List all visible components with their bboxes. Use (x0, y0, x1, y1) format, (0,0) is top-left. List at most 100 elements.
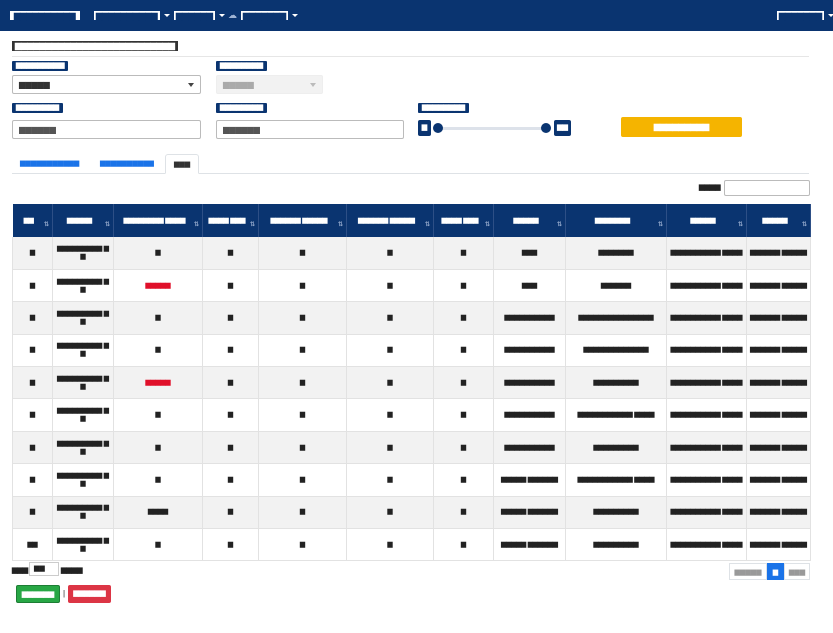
table-cell: ▆▆▆▆▆▆ (565, 269, 667, 303)
table-cell: ▆ (258, 366, 347, 400)
nav-menu-1-label: ▆▆▆▆▆▆▆▆▆▆ (94, 11, 160, 20)
pagination-page-1[interactable]: ▆ (767, 563, 784, 580)
nav-menu-3-label: ▆▆▆▆▆▆▆ (241, 11, 289, 20)
nav-menu-3[interactable]: ☁ ▆▆▆▆▆▆▆ (228, 10, 299, 20)
table-header-row: ▆▆ ⇅ ▆▆▆▆▆ ⇅ ▆▆▆▆▆▆▆▆ ▆▆▆▆ ⇅ ▆▆▆▆ ▆▆▆ ⇅ ▆▆▆▆▆▆ ▆… (12, 204, 811, 237)
column-header-3[interactable]: ▆▆▆▆▆▆▆▆ ▆▆▆▆ ⇅ (113, 204, 203, 237)
table-cell: ▆ (202, 269, 259, 303)
filter-input-3[interactable] (12, 120, 201, 139)
table-row: ▆ ▆▆▆▆▆▆▆▆▆ ▆▆ ▆ ▆ ▆ ▆ ▆ ▆▆▆ ▆▆▆▆▆▆▆ ▆▆▆▆▆▆▆▆▆▆ ▆… (12, 237, 811, 270)
pagination-next[interactable]: ▆▆▆ (784, 563, 810, 580)
table-cell: ▆ (258, 269, 347, 303)
column-header-4[interactable]: ▆▆▆▆ ▆▆▆ ⇅ (202, 204, 259, 237)
sort-icon: ⇅ (249, 222, 255, 228)
divider (12, 56, 809, 57)
filter-select-1[interactable]: ▆▆▆▆▆ (12, 75, 201, 94)
sort-icon: ⇅ (104, 222, 110, 228)
tab-2[interactable]: ▆▆▆▆▆▆▆▆▆▆ (92, 154, 162, 174)
table-cell: ▆ (346, 431, 434, 465)
column-header-label: ▆▆▆▆▆▆ ▆▆▆▆▆ (270, 216, 328, 224)
column-header-2[interactable]: ▆▆▆▆▆ ⇅ (52, 204, 114, 237)
filter-select-2[interactable]: ▆▆▆▆▆ (216, 75, 323, 94)
table-search-label: ▆▆▆▆ (699, 184, 721, 191)
table-cell: ▆ (346, 301, 434, 335)
column-header-10[interactable]: ▆▆▆▆▆ ⇅ (666, 204, 747, 237)
filter-label-2: ▆▆▆▆▆▆▆▆ (216, 61, 268, 71)
tab-3-active[interactable]: ▆▆▆ (165, 154, 200, 174)
table-cell: ▆ (346, 269, 434, 303)
sort-icon: ⇅ (43, 222, 49, 228)
nav-menu-2[interactable]: ▆▆▆▆▆▆ (174, 11, 225, 20)
table-cell: ▆ (202, 528, 259, 562)
column-header-label: ▆▆ (23, 216, 34, 224)
sort-icon: ⇅ (737, 222, 743, 228)
table-cell: ▆▆▆▆▆▆▆▆▆▆ ▆▆▆▆ (666, 269, 747, 303)
table-cell: ▆ (12, 431, 53, 465)
table-cell: ▆ (258, 496, 347, 530)
column-header-8[interactable]: ▆▆▆▆▆ ⇅ (493, 204, 566, 237)
table-search-input[interactable] (724, 180, 810, 196)
reset-button[interactable]: ▆▆▆▆▆▆ (68, 585, 111, 603)
table-cell: ▆ (202, 366, 259, 400)
table-cell: ▆▆▆▆▆▆▆ (565, 237, 667, 270)
column-header-label: ▆▆▆▆▆▆▆ (595, 216, 630, 224)
column-header-1[interactable]: ▆▆ ⇅ (12, 204, 53, 237)
table-cell: ▆▆▆▆▆▆ ▆▆▆▆▆ (746, 398, 811, 432)
cloud-icon: ☁ (228, 10, 237, 20)
tab-1[interactable]: ▆▆▆▆▆▆▆▆▆▆▆ (12, 154, 87, 174)
table-cell: ▆ (346, 366, 434, 400)
user-menu[interactable]: ▆▆▆▆▆▆▆ (777, 11, 833, 20)
chevron-down-icon (292, 14, 299, 17)
column-header-5[interactable]: ▆▆▆▆▆▆ ▆▆▆▆▆ ⇅ (258, 204, 347, 237)
table-cell: ▆▆▆▆▆ ▆▆▆▆▆▆ (493, 528, 566, 562)
column-header-6[interactable]: ▆▆▆▆▆▆ ▆▆▆▆▆ ⇅ (346, 204, 434, 237)
sort-icon: ⇅ (337, 222, 343, 228)
sort-icon: ⇅ (424, 222, 430, 228)
table-cell: ▆▆▆▆▆▆▆▆▆ ▆▆ (52, 528, 114, 562)
slider-min-handle[interactable] (433, 123, 443, 133)
brand-logo[interactable]: ▆▆▆▆▆▆▆▆▆▆ (10, 11, 80, 20)
export-button[interactable]: ▆▆▆▆▆▆ (16, 585, 60, 603)
table-cell: ▆▆▆▆▆▆▆▆▆ ▆▆ (52, 398, 114, 432)
filter-label-3: ▆▆▆▆▆▆▆▆ (12, 103, 64, 113)
nav-menu-2-label: ▆▆▆▆▆▆ (174, 11, 215, 20)
table-cell: ▆ (113, 398, 203, 432)
table-cell: ▆▆▆▆ (113, 496, 203, 530)
chevron-down-icon (188, 83, 194, 87)
table-cell: ▆ (202, 463, 259, 497)
column-header-label: ▆▆▆▆▆▆ ▆▆▆▆▆ (358, 216, 415, 224)
table-cell: ▆ (346, 496, 434, 530)
column-header-7[interactable]: ▆▆▆▆ ▆▆▆ ⇅ (433, 204, 494, 237)
page-length-select[interactable]: ▆▆ (29, 562, 59, 576)
table-cell: ▆ (113, 431, 203, 465)
table-cell: ▆▆▆▆▆▆▆▆▆▆ ▆▆▆▆ (666, 431, 747, 465)
nav-menu-1[interactable]: ▆▆▆▆▆▆▆▆▆▆ (94, 11, 170, 20)
table-cell: ▆ (346, 237, 434, 270)
table-row: ▆▆▆▆▆▆▆▆▆▆ ▆▆▆▆▆▆▆▆▆▆▆▆▆▆▆▆▆▆▆▆▆▆▆▆▆▆▆▆▆… (12, 334, 811, 368)
chevron-down-icon (218, 14, 225, 17)
slider-max-handle[interactable] (541, 123, 551, 133)
filter-input-4[interactable] (216, 120, 404, 139)
sort-icon: ⇅ (484, 222, 490, 228)
search-button[interactable]: ▆▆▆▆▆▆▆▆▆ (621, 117, 742, 137)
column-header-9[interactable]: ▆▆▆▆▆▆▆ ⇅ (565, 204, 667, 237)
filter-select-1-value: ▆▆▆▆▆ (19, 80, 50, 89)
top-navbar: ▆▆▆▆▆▆▆▆▆▆ ▆▆▆▆▆▆▆▆▆▆ ▆▆▆▆▆▆ ☁ ▆▆▆▆▆▆▆ ▆… (0, 0, 833, 31)
button-separator: | (63, 589, 66, 598)
table-cell: ▆ (202, 431, 259, 465)
column-header-11[interactable]: ▆▆▆▆▆ ⇅ (746, 204, 811, 237)
table-cell: ▆▆▆▆▆▆▆▆▆ ▆▆ (52, 237, 114, 270)
range-slider-track[interactable] (437, 127, 549, 130)
table-cell: ▆▆▆▆▆▆▆▆▆ (565, 528, 667, 562)
table-cell: ▆▆▆▆▆▆▆▆▆▆▆▆▆ (565, 334, 667, 368)
pagination-previous[interactable]: ▆▆▆▆▆ (729, 563, 767, 580)
table-cell: ▆ (12, 496, 53, 530)
table-cell: ▆▆ (12, 528, 53, 562)
table-cell: ▆▆▆▆▆▆▆▆▆▆ ▆▆▆▆ (666, 301, 747, 335)
table-cell: ▆▆▆▆▆ (113, 366, 203, 400)
table-cell: ▆▆▆▆▆▆▆▆▆ ▆▆ (52, 496, 114, 530)
table-cell: ▆▆▆▆▆▆▆▆▆ (565, 496, 667, 530)
table-cell: ▆ (433, 366, 494, 400)
entries-label: ▆▆▆▆ (61, 567, 83, 574)
table-cell: ▆ (346, 334, 434, 368)
